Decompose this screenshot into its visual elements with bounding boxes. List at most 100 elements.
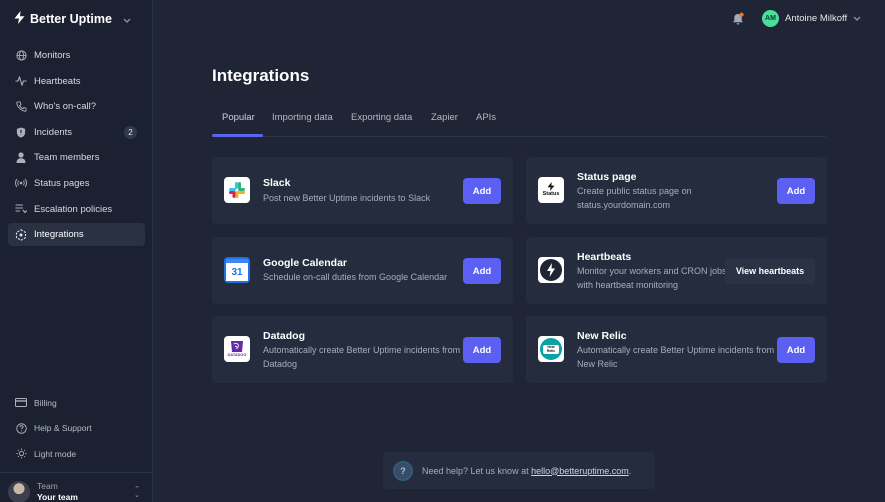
notifications-button[interactable]	[731, 12, 745, 26]
sidebar-item-label: Status pages	[34, 177, 90, 189]
sidebar-item-heartbeats[interactable]: Heartbeats	[8, 70, 145, 93]
bell-icon	[731, 12, 745, 30]
sidebar-item-team-members[interactable]: Team members	[8, 146, 145, 169]
add-google-calendar-button[interactable]: Add	[463, 258, 501, 284]
tab-popular[interactable]: Popular	[222, 112, 255, 123]
sidebar-bottom-nav: Billing Help & Support Light mode	[8, 391, 145, 468]
integration-title: Google Calendar	[263, 257, 348, 269]
integration-description: Post new Better Uptime incidents to Slac…	[263, 193, 431, 203]
tab-importing-data[interactable]: Importing data	[272, 112, 333, 123]
add-datadog-button[interactable]: Add	[463, 337, 501, 363]
integration-card-slack: Slack Post new Better Uptime incidents t…	[212, 157, 513, 224]
user-icon	[15, 152, 27, 164]
sidebar-item-label: Help & Support	[34, 423, 92, 434]
avatar: AM	[762, 10, 779, 27]
integration-description: Automatically create Better Uptime incid…	[263, 345, 461, 369]
integration-description: Automatically create Better Uptime incid…	[577, 345, 775, 369]
datadog-logo: DATADOG	[224, 336, 250, 362]
status-logo: Status	[538, 177, 564, 203]
integration-title: Status page	[577, 171, 637, 183]
sidebar-item-light-mode[interactable]: Light mode	[8, 442, 145, 465]
calendar-day: 31	[226, 259, 248, 281]
broadcast-icon	[15, 177, 27, 189]
sun-icon	[15, 448, 27, 460]
incidents-count-badge: 2	[124, 125, 137, 139]
help-text: Need help? Let us know at hello@betterup…	[422, 466, 631, 476]
integration-card-google-calendar: 31 Google Calendar Schedule on-call duti…	[212, 237, 513, 304]
sidebar-item-on-call[interactable]: Who's on-call?	[8, 95, 145, 118]
integration-description: Monitor your workers and CRON jobs with …	[577, 266, 727, 290]
question-icon	[15, 422, 27, 434]
integration-title: Heartbeats	[577, 251, 632, 263]
sidebar-item-integrations[interactable]: Integrations	[8, 223, 145, 247]
card-icon	[15, 397, 27, 409]
team-info: Team Your team	[37, 481, 78, 502]
add-status-page-button[interactable]: Add	[777, 178, 815, 204]
sidebar-item-label: Team members	[34, 152, 100, 164]
datadog-logo-text: DATADOG	[227, 353, 247, 357]
sidebar-item-monitors[interactable]: Monitors	[8, 44, 145, 67]
page-title: Integrations	[212, 66, 310, 85]
sidebar-item-label: Integrations	[34, 229, 84, 241]
sidebar-item-escalation-policies[interactable]: Escalation policies	[8, 198, 145, 221]
add-slack-button[interactable]: Add	[463, 178, 501, 204]
pulse-icon	[15, 75, 27, 87]
status-logo-text: Status	[542, 191, 560, 197]
user-menu[interactable]: AM Antoine Milkoff	[762, 10, 861, 27]
integrations-icon	[15, 228, 27, 241]
google-calendar-logo: 31	[224, 257, 250, 283]
slack-logo	[224, 177, 250, 203]
user-name: Antoine Milkoff	[785, 13, 848, 24]
team-label: Team	[37, 481, 58, 491]
view-heartbeats-button[interactable]: View heartbeats	[725, 258, 815, 284]
integration-title: New Relic	[577, 330, 627, 342]
sidebar-item-label: Light mode	[34, 448, 77, 459]
help-text-prefix: Need help? Let us know at	[422, 465, 532, 476]
add-new-relic-button[interactable]: Add	[777, 337, 815, 363]
sidebar-item-label: Billing	[34, 397, 57, 408]
list-icon	[15, 203, 27, 215]
tab-zapier[interactable]: Zapier	[431, 112, 458, 123]
integration-title: Datadog	[263, 330, 305, 342]
chevron-up-down-icon: ⌃ ⌄	[134, 486, 140, 499]
integration-description: Schedule on-call duties from Google Cale…	[263, 272, 448, 282]
new-relic-logo: New Relic	[538, 336, 564, 362]
chevron-down-icon	[123, 12, 131, 26]
new-relic-logo-text: New Relic	[543, 344, 559, 354]
integration-card-new-relic: New Relic New Relic Automatically create…	[526, 316, 827, 383]
sidebar: Better Uptime Monitors Heartbeats Who's …	[0, 0, 153, 502]
integration-tabs: Popular Importing data Exporting data Za…	[212, 103, 826, 137]
integration-card-heartbeats: Heartbeats Monitor your workers and CRON…	[526, 237, 827, 304]
team-name: Your team	[37, 492, 78, 502]
help-email-link[interactable]: hello@betteruptime.com	[531, 466, 629, 476]
sidebar-item-label: Monitors	[34, 50, 71, 61]
help-banner: ? Need help? Let us know at hello@better…	[383, 452, 655, 489]
integration-card-status-page: Status Status page Create public status …	[526, 157, 827, 224]
chevron-down-icon	[853, 13, 861, 24]
integration-description: Create public status page on status.your…	[577, 186, 692, 210]
sidebar-item-help-support[interactable]: Help & Support	[8, 417, 145, 440]
sidebar-item-status-pages[interactable]: Status pages	[8, 172, 145, 195]
sidebar-item-label: Who's on-call?	[34, 101, 97, 113]
sidebar-item-label: Escalation policies	[34, 203, 113, 215]
globe-icon	[15, 50, 27, 62]
sidebar-item-label: Heartbeats	[34, 75, 81, 87]
tab-apis[interactable]: APIs	[476, 112, 496, 123]
team-switcher[interactable]: Team Your team ⌃ ⌄	[0, 472, 152, 502]
team-avatar	[8, 481, 30, 502]
integration-card-datadog: DATADOG Datadog Automatically create Bet…	[212, 316, 513, 383]
tab-exporting-data[interactable]: Exporting data	[351, 112, 412, 123]
phone-icon	[15, 101, 27, 113]
shield-icon	[15, 126, 27, 138]
sidebar-item-incidents[interactable]: Incidents 2	[8, 121, 145, 144]
sidebar-nav: Monitors Heartbeats Who's on-call? Incid…	[8, 44, 145, 249]
integration-title: Slack	[263, 177, 291, 189]
app-name: Better Uptime	[30, 12, 112, 26]
heartbeats-logo	[538, 257, 564, 283]
sidebar-item-label: Incidents	[34, 126, 73, 138]
brand-switcher[interactable]: Better Uptime	[14, 11, 131, 27]
sidebar-item-billing[interactable]: Billing	[8, 391, 145, 414]
question-icon: ?	[393, 460, 413, 481]
active-tab-indicator	[212, 134, 263, 137]
bolt-logo-icon	[14, 11, 25, 27]
